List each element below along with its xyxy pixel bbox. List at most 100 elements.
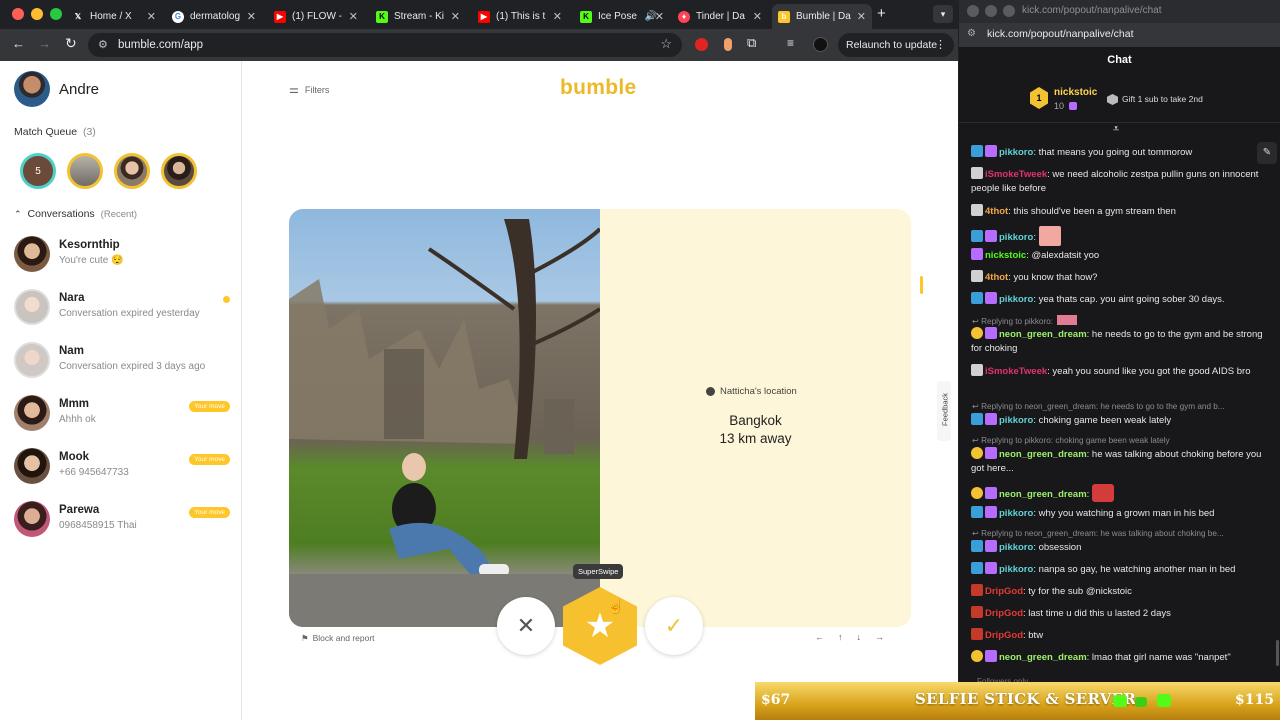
location-label: Natticha's location bbox=[706, 386, 797, 397]
chat-message: pikkoro: bbox=[971, 226, 1263, 246]
chat-message: pikkoro: obsession bbox=[971, 540, 1263, 555]
browser-toolbar: ← → ↻ ⚙ bumble.com/app ☆ ⧉ ≡ Relaunch to… bbox=[0, 29, 958, 61]
close-window-button[interactable] bbox=[12, 8, 24, 20]
subscriber-badge-icon bbox=[971, 292, 983, 304]
close-tab-icon[interactable]: ✕ bbox=[451, 10, 460, 23]
kick-icon: K bbox=[376, 10, 388, 23]
feedback-tab[interactable]: Feedback bbox=[937, 381, 951, 441]
chat-message: DripGod: last time u did this u lasted 2… bbox=[971, 606, 1263, 621]
close-window-button[interactable] bbox=[967, 5, 979, 17]
site-info-icon[interactable]: ⚙ bbox=[98, 38, 108, 51]
queue-avatar[interactable] bbox=[67, 153, 103, 189]
tab-strip: 𝕏 Home / X ✕ Gdermatolog ✕ ▶ (1) FLOW - ✕ K St… bbox=[0, 0, 958, 29]
conversation-avatar bbox=[14, 395, 50, 431]
minimize-window-button[interactable] bbox=[985, 5, 997, 17]
tab-search-icon[interactable]: ▾ bbox=[933, 5, 953, 23]
conversation-item[interactable]: Kesornthip You're cute 😌 bbox=[14, 236, 234, 274]
back-icon[interactable]: ← bbox=[12, 36, 25, 51]
like-button[interactable]: ✓ bbox=[645, 597, 703, 655]
queue-avatar[interactable]: 5 bbox=[20, 153, 56, 189]
address-bar[interactable]: ⚙ bumble.com/app ☆ bbox=[88, 33, 682, 57]
subscriber-badge-icon bbox=[971, 145, 983, 157]
user-avatar[interactable] bbox=[14, 71, 50, 107]
gift-badge-icon bbox=[985, 650, 997, 662]
reply-context: ↩ Replying to neon_green_dream: he needs… bbox=[972, 402, 1225, 411]
reply-arrow-icon: ↩ bbox=[972, 436, 982, 445]
close-tab-icon[interactable]: ✕ bbox=[247, 10, 256, 23]
popout-urlbar: ⚙ kick.com/popout/nanpalive/chat bbox=[959, 23, 1280, 47]
close-tab-icon[interactable]: ✕ bbox=[147, 10, 156, 23]
forward-icon[interactable]: → bbox=[38, 36, 51, 51]
banner-title: SELFIE STICK & SERVER bbox=[915, 690, 1137, 708]
tab-youtube-flow[interactable]: ▶ (1) FLOW - ✕ bbox=[268, 4, 364, 29]
chat-scrollbar[interactable] bbox=[1276, 640, 1279, 666]
new-tab-icon[interactable]: + bbox=[877, 5, 886, 22]
bookmark-star-icon[interactable]: ☆ bbox=[660, 36, 672, 52]
site-info-icon[interactable]: ⚙ bbox=[967, 28, 976, 39]
tab-bumble[interactable]: b Bumble | Da ✕ bbox=[772, 4, 872, 29]
expand-chevron-icon[interactable]: ⩡ bbox=[1113, 123, 1119, 136]
left-key-hint: ← bbox=[815, 632, 824, 642]
minimize-window-button[interactable] bbox=[31, 8, 43, 20]
profile-avatar-icon[interactable] bbox=[813, 37, 828, 52]
gift-badge-icon bbox=[985, 487, 997, 499]
queue-avatar[interactable] bbox=[161, 153, 197, 189]
subscriber-badge-icon bbox=[971, 562, 983, 574]
reply-context: ↩ Replying to pikkoro: bbox=[972, 315, 1272, 326]
tab-kick-ice[interactable]: K Ice Pose 🔊 ✕ bbox=[574, 4, 670, 29]
close-tab-icon[interactable]: ✕ bbox=[553, 10, 562, 23]
maximize-window-button[interactable] bbox=[50, 8, 62, 20]
maximize-window-button[interactable] bbox=[1003, 5, 1015, 17]
gifter-leaderboard: 1 nickstoic 10 Gift 1 sub to take 2nd bbox=[959, 75, 1280, 123]
close-tab-icon[interactable]: ✕ bbox=[753, 10, 762, 23]
gift-badge-icon bbox=[985, 413, 997, 425]
tab-google[interactable]: Gdermatolog ✕ bbox=[166, 4, 262, 29]
relaunch-button[interactable]: Relaunch to update ⋮ bbox=[838, 33, 954, 57]
conversation-item[interactable]: Nam Conversation expired 3 days ago bbox=[14, 342, 234, 380]
extensions-puzzle-icon[interactable]: ⧉ bbox=[747, 35, 756, 51]
subscriber-badge-icon bbox=[971, 413, 983, 425]
flag-icon: ⚑ bbox=[301, 633, 309, 643]
chat-message: pikkoro: that means you going out tommor… bbox=[971, 145, 1263, 160]
extension-orange-icon[interactable] bbox=[724, 38, 732, 51]
bumble-main: ⚌ Filters bumble Natticha's location Bang… bbox=[243, 61, 958, 720]
block-report-link[interactable]: ⚑ Block and report bbox=[301, 633, 375, 644]
close-tab-icon[interactable]: ✕ bbox=[857, 10, 866, 23]
pass-button[interactable]: ✕ bbox=[497, 597, 555, 655]
conversation-avatar bbox=[14, 236, 50, 272]
tinder-icon: ♦ bbox=[678, 10, 690, 23]
more-menu-icon[interactable]: ⋮ bbox=[935, 38, 946, 51]
queue-avatar[interactable] bbox=[114, 153, 150, 189]
close-tab-icon[interactable]: ✕ bbox=[349, 10, 358, 23]
reload-icon[interactable]: ↻ bbox=[65, 35, 77, 52]
conversation-item[interactable]: Nara Conversation expired yesterday bbox=[14, 289, 234, 327]
kick-emote-icon bbox=[1113, 695, 1127, 707]
rank-1-badge-icon: 1 bbox=[1030, 87, 1048, 109]
check-icon: ✓ bbox=[664, 613, 684, 638]
tab-youtube-this[interactable]: ▶ (1) This is t ✕ bbox=[472, 4, 568, 29]
media-controls-icon[interactable]: ≡ bbox=[787, 36, 794, 50]
conversation-item[interactable]: Parewa 0968458915 Thai Your move bbox=[14, 501, 234, 539]
filters-button[interactable]: ⚌ Filters bbox=[289, 83, 329, 96]
chat-message: nickstoic: @alexdatsit yoo bbox=[971, 248, 1263, 263]
gift-badge-icon bbox=[985, 540, 997, 552]
gift-badge-icon bbox=[985, 327, 997, 339]
conversation-item[interactable]: Mmm Ahhh ok Your move bbox=[14, 395, 234, 433]
conversations-header[interactable]: ⌃ Conversations (Recent) bbox=[14, 208, 137, 220]
location-pin-icon bbox=[706, 387, 715, 396]
conversation-avatar bbox=[14, 448, 50, 484]
close-tab-icon[interactable]: ✕ bbox=[655, 10, 664, 23]
rank-badge-icon bbox=[971, 327, 983, 339]
extension-red-icon[interactable] bbox=[695, 38, 708, 51]
card-scroll-indicator[interactable] bbox=[920, 276, 923, 294]
youtube-icon: ▶ bbox=[478, 10, 490, 23]
chat-message: pikkoro: choking game been weak lately bbox=[971, 413, 1263, 428]
up-key-hint: ↑ bbox=[838, 632, 843, 642]
emote-image bbox=[1092, 484, 1115, 502]
tab-tinder[interactable]: ♦ Tinder | Da ✕ bbox=[672, 4, 768, 29]
tab-x[interactable]: 𝕏 Home / X ✕ bbox=[66, 4, 162, 29]
emote-image bbox=[1057, 315, 1078, 325]
chat-message: neon_green_dream: bbox=[971, 484, 1263, 502]
tab-kick-stream[interactable]: K Stream - Ki ✕ bbox=[370, 4, 466, 29]
conversation-item[interactable]: Mook +66 945647733 Your move bbox=[14, 448, 234, 486]
